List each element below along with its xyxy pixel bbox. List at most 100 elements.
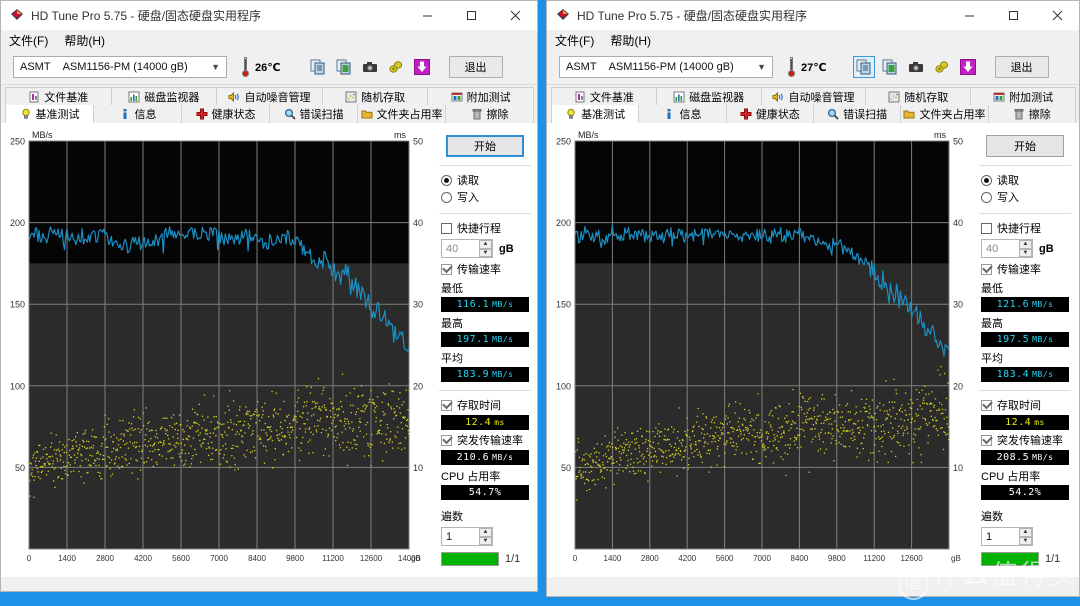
start-button[interactable]: 开始 [986, 135, 1064, 157]
tab-benchmark[interactable]: 基准测试 [551, 105, 640, 123]
exit-button[interactable]: 退出 [994, 56, 1049, 78]
random-access-icon [345, 91, 357, 102]
maximize-button[interactable] [449, 1, 493, 29]
progress-row: 1/1 [981, 552, 1073, 566]
benchmark-chart-svg: MB/s ms 50 100 150 200 250 10 20 30 40 50 0 1400 2800 4… [10, 130, 423, 563]
tab-extra-tests[interactable]: 附加测试 [970, 87, 1076, 105]
exit-button[interactable]: 退出 [448, 56, 503, 78]
stepper-up-icon[interactable]: ▲ [479, 528, 492, 537]
tab-random-access[interactable]: 随机存取 [321, 87, 429, 105]
stepper-up-icon[interactable]: ▲ [479, 240, 492, 249]
transfer-rate-checkbox[interactable]: 传输速率 [981, 261, 1073, 277]
controls-panel-right: 开始 读取 写入 快捷行程 40 ▲ ▼ gB 传输速率 最低 121.6 MB… [977, 127, 1073, 577]
tab-health[interactable]: 健康状态 [725, 105, 814, 123]
mode-write-radio[interactable]: 写入 [981, 189, 1073, 205]
passes-stepper[interactable]: 1 ▲ ▼ [441, 527, 493, 546]
svg-text:250: 250 [10, 137, 25, 147]
tab-file-benchmark[interactable]: 文件基准 [5, 87, 112, 105]
device-select[interactable]: ASMT ASM1156-PM (14000 gB) ▼ [559, 56, 773, 78]
access-time-checkbox[interactable]: 存取时间 [981, 397, 1073, 413]
cpu-usage-display: 54.7% [441, 485, 529, 500]
menu-file[interactable]: 文件(F) [555, 32, 594, 49]
mode-read-radio[interactable]: 读取 [981, 172, 1073, 188]
tab-error-scan[interactable]: 错误扫描 [812, 105, 902, 123]
progress-text: 1/1 [1045, 553, 1061, 565]
stepper-down-icon[interactable]: ▼ [479, 248, 492, 257]
tab-info[interactable]: 信息 [93, 105, 182, 123]
tab-aam[interactable]: 自动噪音管理 [760, 87, 867, 105]
passes-stepper[interactable]: 1 ▲ ▼ [981, 527, 1033, 546]
access-time-display: 12.4 ms [441, 415, 529, 430]
progress-bar [441, 552, 499, 566]
health-icon [196, 108, 207, 120]
tab-file-benchmark[interactable]: 文件基准 [551, 87, 657, 105]
stepper-down-icon[interactable]: ▼ [479, 536, 492, 545]
passes-row: 1 ▲ ▼ [441, 527, 533, 546]
minimize-button[interactable] [947, 1, 991, 29]
burst-rate-label: 突发传输速率 [457, 435, 523, 447]
tab-folder-usage[interactable]: 文件夹占用率 [900, 105, 989, 123]
copy-icon[interactable] [852, 56, 875, 78]
benchmark-chart-right: MB/s ms 50 100 150 200 250 10 20 30 40 50 0 1400 2800 4… [547, 127, 977, 577]
temperature-value: 27℃ [801, 61, 827, 74]
menu-help[interactable]: 帮助(H) [610, 32, 651, 49]
camera-icon[interactable] [905, 56, 927, 78]
tab-random-access[interactable]: 随机存取 [865, 87, 972, 105]
avg-unit: MB/s [1032, 370, 1054, 379]
tab-label: 健康状态 [211, 109, 256, 121]
stepper-up-icon[interactable]: ▲ [1019, 240, 1032, 249]
access-time-unit: ms [1034, 418, 1045, 427]
tab-error-scan[interactable]: 错误扫描 [269, 105, 358, 123]
camera-icon[interactable] [359, 56, 381, 78]
tab-folder-usage[interactable]: 文件夹占用率 [357, 105, 446, 123]
copy-disk-icon[interactable] [333, 56, 355, 78]
tab-extra-tests[interactable]: 附加测试 [427, 87, 534, 105]
stepper-down-icon[interactable]: ▼ [1019, 248, 1032, 257]
svg-text:9800: 9800 [828, 554, 846, 563]
burst-rate-checkbox[interactable]: 突发传输速率 [441, 432, 533, 448]
access-time-unit: ms [494, 418, 505, 427]
download-icon[interactable] [411, 56, 433, 78]
stepper-up-icon[interactable]: ▲ [1019, 528, 1032, 537]
bulb-icon [567, 108, 575, 119]
close-button[interactable] [1035, 1, 1079, 29]
tab-benchmark[interactable]: 基准测试 [5, 105, 94, 123]
tab-disk-monitor[interactable]: 磁盘监视器 [110, 87, 218, 105]
copy-disk-icon[interactable] [879, 56, 901, 78]
menu-help[interactable]: 帮助(H) [64, 32, 105, 49]
burst-rate-checkbox[interactable]: 突发传输速率 [981, 432, 1073, 448]
access-time-checkbox[interactable]: 存取时间 [441, 397, 533, 413]
svg-text:200: 200 [10, 218, 25, 228]
tag-icon[interactable] [385, 56, 407, 78]
quick-scan-checkbox[interactable]: 快捷行程 [981, 220, 1073, 236]
quick-scan-size-row: 40 ▲ ▼ gB [441, 239, 533, 258]
tab-erase[interactable]: 擦除 [987, 105, 1076, 123]
tag-icon[interactable] [931, 56, 953, 78]
copy-icon[interactable] [307, 56, 329, 78]
tab-label: 文件基准 [44, 91, 89, 104]
download-icon[interactable] [957, 56, 979, 78]
tab-health[interactable]: 健康状态 [181, 105, 270, 123]
quick-scan-checkbox[interactable]: 快捷行程 [441, 220, 533, 236]
start-button[interactable]: 开始 [446, 135, 524, 157]
device-select[interactable]: ASMT ASM1156-PM (14000 gB) ▼ [13, 56, 227, 78]
disk-monitor-icon [673, 91, 685, 102]
tab-disk-monitor[interactable]: 磁盘监视器 [655, 87, 762, 105]
minimize-button[interactable] [405, 1, 449, 29]
close-button[interactable] [493, 1, 537, 29]
svg-text:200: 200 [556, 218, 571, 228]
progress-row: 1/1 [441, 552, 533, 566]
quick-scan-stepper[interactable]: 40 ▲ ▼ [981, 239, 1033, 258]
burst-rate-display: 210.6 MB/s [441, 450, 529, 465]
stepper-down-icon[interactable]: ▼ [1019, 536, 1032, 545]
mode-read-radio[interactable]: 读取 [441, 172, 533, 188]
transfer-rate-checkbox[interactable]: 传输速率 [441, 261, 533, 277]
mode-write-radio[interactable]: 写入 [441, 189, 533, 205]
maximize-button[interactable] [991, 1, 1035, 29]
tab-info[interactable]: 信息 [638, 105, 727, 123]
menu-file[interactable]: 文件(F) [9, 32, 48, 49]
svg-text:20: 20 [953, 381, 963, 391]
tab-erase[interactable]: 擦除 [445, 105, 534, 123]
tab-aam[interactable]: 自动噪音管理 [216, 87, 323, 105]
quick-scan-stepper[interactable]: 40 ▲ ▼ [441, 239, 493, 258]
